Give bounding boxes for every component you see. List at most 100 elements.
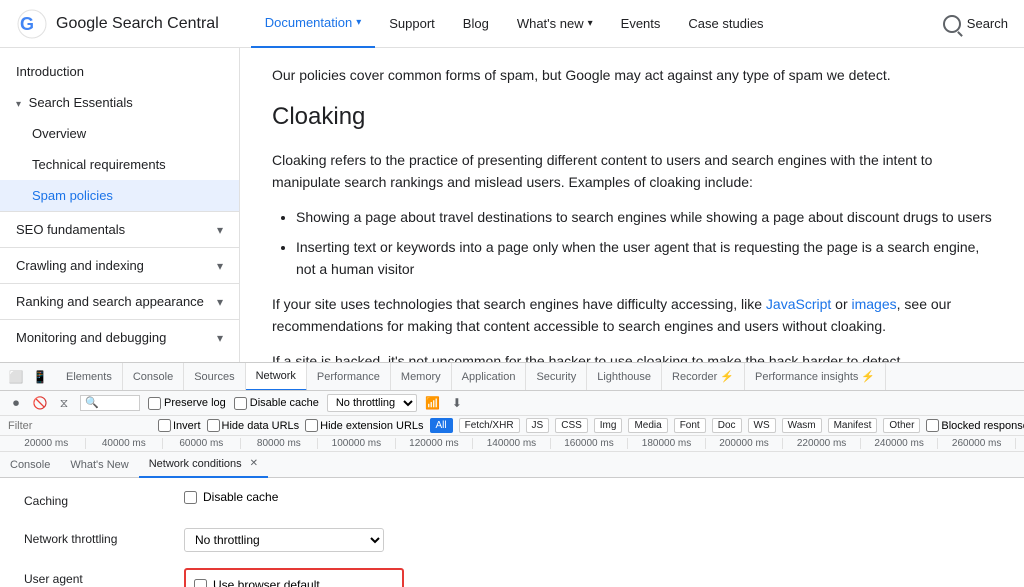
nc-throttle-select[interactable]: No throttling bbox=[184, 528, 384, 552]
bottom-tab-network-conditions[interactable]: Network conditions ✕ bbox=[139, 452, 268, 478]
filter-options: Invert Hide data URLs Hide extension URL… bbox=[158, 418, 1024, 433]
javascript-link[interactable]: JavaScript bbox=[766, 296, 831, 312]
sidebar-item-technical[interactable]: Technical requirements bbox=[0, 149, 239, 180]
sidebar-section-monitoring[interactable]: Monitoring and debugging ▾ bbox=[0, 319, 239, 355]
cloaking-para3: If a site is hacked, it's not uncommon f… bbox=[272, 350, 992, 362]
nav-case-studies[interactable]: Case studies bbox=[674, 0, 777, 48]
sidebar-section-crawling[interactable]: Crawling and indexing ▾ bbox=[0, 247, 239, 283]
main-content: Our policies cover common forms of spam,… bbox=[240, 48, 1024, 362]
nav-documentation[interactable]: Documentation ▾ bbox=[251, 0, 375, 48]
throttle-select[interactable]: No throttling bbox=[327, 394, 417, 412]
sidebar-item-search-essentials[interactable]: ▾ Search Essentials bbox=[0, 87, 239, 118]
hide-data-urls-label: Hide data URLs bbox=[207, 419, 300, 432]
google-logo-icon: G bbox=[16, 8, 48, 40]
sidebar-item-introduction[interactable]: Introduction bbox=[0, 56, 239, 87]
nav-blog[interactable]: Blog bbox=[449, 0, 503, 48]
cloaking-heading: Cloaking bbox=[272, 98, 992, 136]
search-filter-input[interactable] bbox=[80, 395, 140, 411]
disable-cache-row: Disable cache bbox=[184, 490, 1000, 504]
devtools-tab-security[interactable]: Security bbox=[526, 363, 587, 391]
chevron-icon-4: ▾ bbox=[217, 331, 223, 345]
disable-cache-label: Disable cache bbox=[234, 397, 319, 410]
sidebar-section-ranking[interactable]: Ranking and search appearance ▾ bbox=[0, 283, 239, 319]
type-btn-font[interactable]: Font bbox=[674, 418, 706, 433]
devtools-tab-perf-insights[interactable]: Performance insights ⚡ bbox=[745, 363, 886, 391]
type-btn-doc[interactable]: Doc bbox=[712, 418, 742, 433]
devtools-tab-performance[interactable]: Performance bbox=[307, 363, 391, 391]
preserve-log-checkbox[interactable] bbox=[148, 397, 161, 410]
timeline-60000: 60000 ms bbox=[163, 438, 241, 449]
devtools-tab-memory[interactable]: Memory bbox=[391, 363, 452, 391]
nc-caching-control: Disable cache bbox=[184, 490, 1000, 512]
filter-bar: Invert Hide data URLs Hide extension URL… bbox=[0, 416, 1024, 436]
type-btn-ws[interactable]: WS bbox=[748, 418, 776, 433]
devtools-tabs: ⬜ 📱 Elements Console Sources Network Per… bbox=[0, 363, 1024, 391]
timeline-100000: 100000 ms bbox=[318, 438, 396, 449]
hide-data-urls-checkbox[interactable] bbox=[207, 419, 220, 432]
devtools-tab-recorder[interactable]: Recorder ⚡ bbox=[662, 363, 745, 391]
devtools-tab-network[interactable]: Network bbox=[246, 363, 307, 391]
preserve-log-label: Preserve log bbox=[148, 397, 226, 410]
sidebar-item-overview[interactable]: Overview bbox=[0, 118, 239, 149]
bottom-tab-whatsnew[interactable]: What's New bbox=[60, 452, 138, 478]
sidebar-item-spam[interactable]: Spam policies bbox=[0, 180, 239, 211]
timeline-200000: 200000 ms bbox=[706, 438, 784, 449]
blocked-cookies-checkbox[interactable] bbox=[926, 419, 939, 432]
type-btn-fetch[interactable]: Fetch/XHR bbox=[459, 418, 520, 433]
timeline-20000: 20000 ms bbox=[8, 438, 86, 449]
logo[interactable]: G Google Search Central bbox=[16, 8, 219, 40]
filter-input[interactable] bbox=[8, 420, 150, 432]
devtools-tab-lighthouse[interactable]: Lighthouse bbox=[587, 363, 662, 391]
sidebar-section-seo[interactable]: SEO fundamentals ▾ bbox=[0, 211, 239, 247]
cloaking-para1: Cloaking refers to the practice of prese… bbox=[272, 149, 992, 194]
nav-support[interactable]: Support bbox=[375, 0, 449, 48]
timeline-240000: 240000 ms bbox=[861, 438, 939, 449]
type-btn-media[interactable]: Media bbox=[628, 418, 667, 433]
user-agent-box: Use browser default Googlebot Smartphone bbox=[184, 568, 404, 587]
devtools-device-icon[interactable]: 📱 bbox=[30, 367, 50, 387]
search-icon bbox=[943, 15, 961, 33]
devtools-inspect-icon[interactable]: ⬜ bbox=[6, 367, 26, 387]
type-btn-other[interactable]: Other bbox=[883, 418, 920, 433]
devtools-tab-sources[interactable]: Sources bbox=[184, 363, 245, 391]
devtools-tab-application[interactable]: Application bbox=[452, 363, 527, 391]
nav-events[interactable]: Events bbox=[607, 0, 675, 48]
nav-whatsnew[interactable]: What's new ▾ bbox=[503, 0, 607, 48]
hide-extension-urls-label: Hide extension URLs bbox=[305, 419, 423, 432]
type-btn-css[interactable]: CSS bbox=[555, 418, 588, 433]
site-title: Google Search Central bbox=[56, 15, 219, 33]
timeline-260000: 260000 ms bbox=[938, 438, 1016, 449]
close-icon[interactable]: ✕ bbox=[250, 458, 258, 469]
hide-extension-urls-checkbox[interactable] bbox=[305, 419, 318, 432]
nc-throttling-label: Network throttling bbox=[24, 528, 184, 546]
network-conditions-content: Caching Disable cache Network throttling… bbox=[0, 478, 1024, 587]
import-har-button[interactable]: 📶 bbox=[425, 395, 441, 411]
nav-links: Documentation ▾ Support Blog What's new … bbox=[251, 0, 943, 48]
nc-caching-label: Caching bbox=[24, 490, 184, 508]
type-btn-all[interactable]: All bbox=[430, 418, 453, 433]
timeline-80000: 80000 ms bbox=[241, 438, 319, 449]
disable-cache-checkbox[interactable] bbox=[234, 397, 247, 410]
timeline-bar: 20000 ms 40000 ms 60000 ms 80000 ms 1000… bbox=[0, 436, 1024, 452]
bottom-tab-console[interactable]: Console bbox=[0, 452, 60, 478]
nc-disable-cache-checkbox[interactable] bbox=[184, 491, 197, 504]
type-btn-js[interactable]: JS bbox=[526, 418, 550, 433]
export-har-button[interactable]: ⬇ bbox=[449, 395, 465, 411]
invert-checkbox[interactable] bbox=[158, 419, 171, 432]
chevron-icon-3: ▾ bbox=[217, 295, 223, 309]
use-browser-default-checkbox[interactable] bbox=[194, 579, 207, 587]
devtools-tab-elements[interactable]: Elements bbox=[56, 363, 123, 391]
clear-button[interactable]: 🚫 bbox=[32, 395, 48, 411]
record-button[interactable]: ⏺ bbox=[8, 395, 24, 411]
devtools-tab-console[interactable]: Console bbox=[123, 363, 184, 391]
nc-user-agent-control: Use browser default Googlebot Smartphone bbox=[184, 568, 1000, 587]
chevron-icon-2: ▾ bbox=[217, 259, 223, 273]
filter-icon[interactable]: ⧖ bbox=[56, 395, 72, 411]
type-btn-img[interactable]: Img bbox=[594, 418, 623, 433]
timeline-40000: 40000 ms bbox=[86, 438, 164, 449]
search-button[interactable]: Search bbox=[943, 15, 1008, 33]
images-link[interactable]: images bbox=[852, 296, 897, 312]
devtools-panel: ⬜ 📱 Elements Console Sources Network Per… bbox=[0, 362, 1024, 587]
type-btn-wasm[interactable]: Wasm bbox=[782, 418, 822, 433]
type-btn-manifest[interactable]: Manifest bbox=[828, 418, 878, 433]
